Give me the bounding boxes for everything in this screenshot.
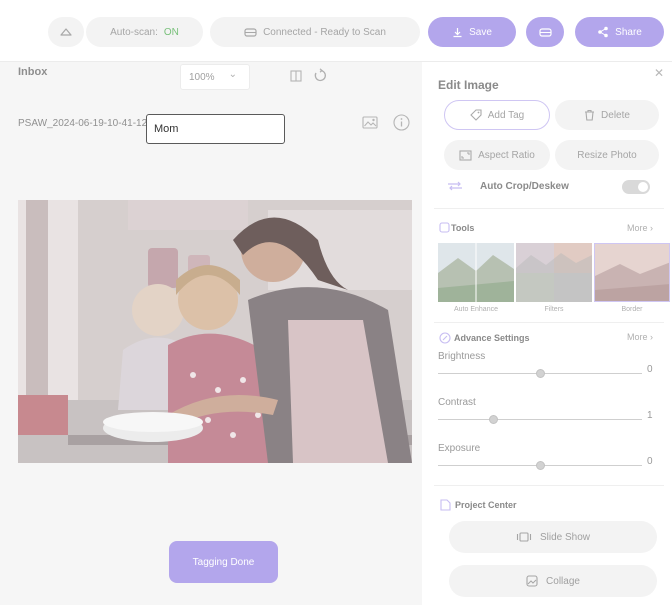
rotate-icon[interactable] [313, 68, 328, 86]
contrast-slider-knob[interactable] [488, 415, 498, 424]
save-button[interactable]: Save [428, 17, 516, 47]
collage-button[interactable]: Collage [449, 565, 657, 597]
auto-scan-state: ON [163, 26, 179, 38]
auto-crop-toggle[interactable] [622, 180, 650, 194]
resize-photo-label: Resize Photo [577, 149, 637, 161]
home-button[interactable] [48, 17, 84, 47]
contrast-slider[interactable] [438, 419, 642, 420]
aspect-ratio-label: Aspect Ratio [478, 149, 535, 161]
inbox-title: Inbox [18, 66, 48, 78]
collage-label: Collage [546, 575, 580, 587]
collage-icon [526, 575, 538, 587]
scanner-icon [538, 27, 552, 37]
contrast-value: 1 [647, 410, 653, 421]
compare-icon[interactable] [290, 70, 302, 85]
project-center-icon [440, 499, 451, 514]
resize-photo-button[interactable]: Resize Photo [555, 140, 659, 170]
tools-title: Tools [451, 223, 475, 233]
add-tag-button[interactable]: Add Tag [444, 100, 550, 130]
advance-settings-title: Advance Settings [454, 333, 530, 343]
zoom-value: 100% [189, 71, 215, 83]
chevron-right-icon: › [650, 223, 654, 233]
save-label: Save [469, 26, 492, 38]
tool-filters[interactable] [516, 243, 592, 302]
tools-more-label: More [627, 223, 648, 233]
project-center-title: Project Center [455, 500, 517, 510]
scanner-icon [244, 27, 257, 37]
add-tag-label: Add Tag [487, 109, 525, 121]
tool-filters-label: Filters [544, 306, 564, 313]
tagging-done-button[interactable]: Tagging Done [169, 541, 278, 583]
info-icon[interactable] [393, 114, 410, 134]
chevron-down-icon: ⌄ [228, 69, 237, 80]
close-icon[interactable]: ✕ [654, 66, 664, 80]
advance-more-label: More [627, 332, 648, 342]
download-icon [453, 27, 462, 37]
auto-crop-label: Auto Crop/Deskew [480, 181, 569, 192]
tools-more-link[interactable]: More › [627, 223, 653, 233]
contrast-label: Contrast [438, 397, 476, 408]
exposure-value: 0 [647, 456, 653, 467]
scanner-status[interactable]: Connected - Ready to Scan [210, 17, 420, 47]
connection-status-text: Connected - Ready to Scan [263, 26, 386, 38]
edit-panel-title: Edit Image [438, 78, 499, 92]
exposure-slider-knob[interactable] [535, 461, 545, 470]
share-button[interactable]: Share [575, 17, 664, 47]
tool-border[interactable] [594, 243, 670, 302]
delete-button[interactable]: Delete [555, 100, 659, 130]
chevron-right-icon: › [650, 332, 654, 342]
slide-show-button[interactable]: Slide Show [449, 521, 657, 553]
trash-icon [585, 109, 595, 121]
top-toolbar: Auto-scan: ON Connected - Ready to Scan … [0, 0, 672, 62]
brightness-slider-knob[interactable] [535, 369, 545, 378]
divider [434, 485, 664, 486]
delete-label: Delete [601, 109, 630, 121]
exposure-label: Exposure [438, 443, 481, 454]
divider [434, 322, 664, 323]
image-gallery-icon[interactable] [362, 114, 379, 133]
aspect-ratio-button[interactable]: Aspect Ratio [444, 140, 550, 170]
tool-border-label: Border [621, 306, 643, 313]
brightness-label: Brightness [438, 351, 486, 362]
tool-auto-enhance-label: Auto Enhance [454, 306, 498, 313]
share-label: Share [615, 26, 642, 38]
aspect-ratio-icon [459, 149, 472, 161]
cloud-icon [60, 28, 72, 36]
scanned-photo [18, 200, 412, 463]
scan-button[interactable] [526, 17, 564, 47]
tag-input[interactable] [146, 114, 285, 144]
tag-icon [469, 109, 482, 121]
file-name: PSAW_2024-06-19-10-41-12 [18, 118, 148, 129]
auto-scan-toggle[interactable]: Auto-scan: ON [86, 17, 203, 47]
share-icon [598, 26, 608, 38]
advance-settings-icon [439, 332, 451, 347]
zoom-select[interactable]: 100% ⌄ [180, 64, 250, 90]
brightness-value: 0 [647, 364, 653, 375]
auto-scan-label: Auto-scan: [110, 26, 158, 38]
slide-show-icon [516, 532, 532, 542]
tool-auto-enhance[interactable] [438, 243, 514, 302]
tools-icon [439, 222, 450, 236]
slide-show-label: Slide Show [539, 531, 591, 543]
divider [434, 208, 664, 209]
advance-more-link[interactable]: More › [627, 332, 653, 342]
crop-icon [446, 180, 464, 195]
